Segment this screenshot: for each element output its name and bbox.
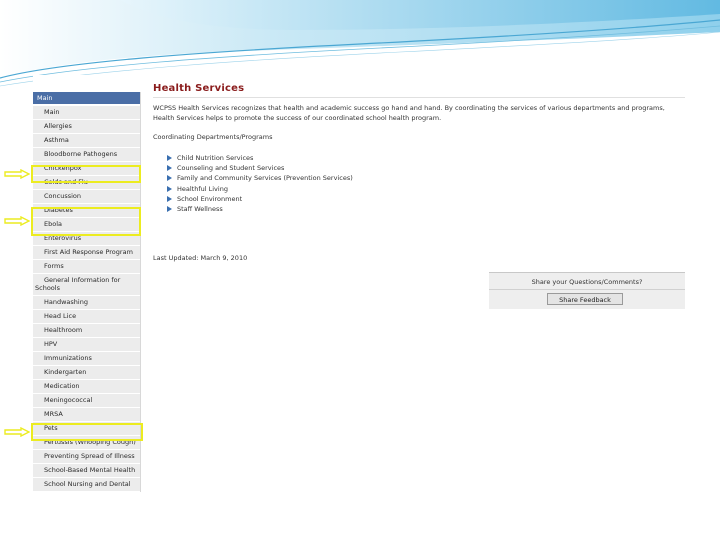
sidebar-item-hpv[interactable]: HPV [33, 338, 140, 352]
sidebar-item-mrsa[interactable]: MRSA [33, 408, 140, 422]
coordinating-item[interactable]: Child Nutrition Services [167, 153, 353, 163]
title-divider [153, 97, 685, 98]
sidebar-item-concussion[interactable]: Concussion [33, 190, 140, 204]
coordinating-heading: Coordinating Departments/Programs [153, 133, 273, 141]
coordinating-item-label: Staff Wellness [177, 205, 223, 214]
page-frame: Main Main Allergies Asthma Bloodborne Pa… [33, 75, 685, 492]
bullet-arrow-icon [167, 165, 172, 172]
sidebar-item-school-based-mental-health[interactable]: School-Based Mental Health [33, 464, 140, 478]
sidebar-item-kindergarten[interactable]: Kindergarten [33, 366, 140, 380]
sidebar-item-forms[interactable]: Forms [33, 260, 140, 274]
bullet-arrow-icon [167, 155, 172, 161]
feedback-box: Share your Questions/Comments? Share Fee… [489, 272, 685, 309]
sidebar: Main Main Allergies Asthma Bloodborne Pa… [33, 92, 141, 492]
sidebar-item-medication[interactable]: Medication [33, 380, 140, 394]
coordinating-item[interactable]: Staff Wellness [167, 204, 353, 214]
sidebar-item-healthroom[interactable]: Healthroom [33, 324, 140, 338]
coordinating-item[interactable]: School Environment [167, 194, 353, 204]
coordinating-item[interactable]: Family and Community Services (Preventio… [167, 173, 353, 183]
bullet-arrow-icon [167, 206, 172, 213]
sidebar-item-preventing-spread-of-illness[interactable]: Preventing Spread of Illness [33, 450, 140, 464]
feedback-question: Share your Questions/Comments? [531, 278, 643, 286]
sidebar-item-school-nursing-and-dental[interactable]: School Nursing and Dental [33, 478, 140, 492]
coordinating-item-label: School Environment [177, 194, 243, 203]
coordinating-item[interactable]: Counseling and Student Services [167, 163, 353, 173]
bullet-arrow-icon [167, 175, 172, 182]
sidebar-item-asthma[interactable]: Asthma [33, 134, 140, 148]
sidebar-nav-list: Main Allergies Asthma Bloodborne Pathoge… [33, 106, 140, 492]
coordinating-item[interactable]: Healthful Living [167, 184, 353, 194]
sidebar-item-bloodborne-pathogens[interactable]: Bloodborne Pathogens [33, 148, 140, 162]
bullet-arrow-icon [167, 195, 172, 202]
sidebar-item-main[interactable]: Main [33, 106, 140, 120]
highlight-arrow-icon [4, 169, 30, 179]
sidebar-item-meningococcal[interactable]: Meningococcal [33, 394, 140, 408]
share-feedback-button[interactable]: Share Feedback [547, 293, 623, 305]
sidebar-title: Main [33, 92, 140, 104]
sidebar-item-enterovirus[interactable]: Enterovirus [33, 232, 140, 246]
sidebar-item-colds-and-flu[interactable]: Colds and Flu [33, 176, 140, 190]
sidebar-item-general-information[interactable]: General Information for Schools [33, 274, 140, 296]
bullet-arrow-icon [167, 185, 172, 192]
highlight-arrow-icon [4, 427, 30, 437]
sidebar-item-pets[interactable]: Pets [33, 422, 140, 436]
sidebar-item-chickenpox[interactable]: Chickenpox [33, 162, 140, 176]
coordinating-item-label: Counseling and Student Services [177, 164, 285, 173]
coordinating-item-label: Family and Community Services (Preventio… [177, 174, 353, 183]
sidebar-item-immunizations[interactable]: Immunizations [33, 352, 140, 366]
coordinating-item-label: Healthful Living [177, 184, 228, 193]
feedback-divider [489, 289, 685, 290]
coordinating-list: Child Nutrition Services Counseling and … [167, 153, 353, 214]
sidebar-item-head-lice[interactable]: Head Lice [33, 310, 140, 324]
last-updated: Last Updated: March 9, 2010 [153, 254, 248, 262]
highlight-arrow-icon [4, 216, 30, 226]
intro-paragraph: WCPSS Health Services recognizes that he… [153, 104, 665, 122]
page-title: Health Services [153, 83, 245, 94]
sidebar-item-pertussis[interactable]: Pertussis (Whooping Cough) [33, 436, 140, 450]
sidebar-item-ebola[interactable]: Ebola [33, 218, 140, 232]
sidebar-item-diabetes[interactable]: Diabetes [33, 204, 140, 218]
sidebar-item-allergies[interactable]: Allergies [33, 120, 140, 134]
sidebar-item-handwashing[interactable]: Handwashing [33, 296, 140, 310]
coordinating-item-label: Child Nutrition Services [177, 154, 254, 162]
sidebar-item-first-aid-response-program[interactable]: First Aid Response Program [33, 246, 140, 260]
